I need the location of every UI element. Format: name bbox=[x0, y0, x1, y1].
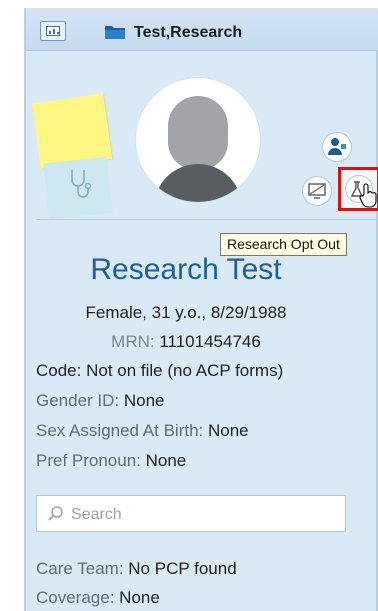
sex-at-birth-label: Sex Assigned At Birth: bbox=[36, 421, 208, 440]
gender-id-label: Gender ID: bbox=[36, 391, 124, 410]
pronoun-label: Pref Pronoun: bbox=[36, 451, 146, 470]
patient-photo-avatar[interactable] bbox=[136, 78, 260, 202]
code-status[interactable]: Code: Not on file (no ACP forms) bbox=[36, 361, 283, 381]
search-icon bbox=[48, 506, 63, 521]
code-label: Code: bbox=[36, 361, 87, 380]
gender-id: Gender ID: None bbox=[36, 391, 165, 411]
chart-view-button[interactable] bbox=[40, 21, 66, 41]
avatar-head bbox=[168, 96, 228, 170]
coverage-label: Coverage: bbox=[36, 588, 120, 607]
research-opt-out-button[interactable] bbox=[338, 167, 378, 211]
mrn-label: MRN: bbox=[111, 332, 160, 351]
sex-at-birth-value: None bbox=[207, 421, 249, 440]
patient-sidebar: Test,Research Research Test Research Opt… bbox=[24, 8, 378, 611]
mrn-value: 11101454746 bbox=[159, 332, 261, 351]
preferred-pronoun: Pref Pronoun: None bbox=[36, 451, 186, 471]
patient-mrn: MRN: 11101454746 bbox=[26, 332, 346, 352]
monitor-icon bbox=[308, 183, 326, 199]
folder-icon bbox=[105, 26, 125, 39]
care-team[interactable]: Care Team: No PCP found bbox=[36, 559, 237, 579]
patient-tab-bar: Test,Research bbox=[26, 8, 378, 51]
coverage-value: None bbox=[119, 588, 160, 607]
research-opt-out-tooltip: Research Opt Out bbox=[220, 233, 347, 256]
coverage[interactable]: Coverage: None bbox=[36, 588, 160, 608]
chart-icon bbox=[46, 26, 60, 36]
hand-cursor-icon bbox=[359, 183, 377, 208]
code-value: Not on file (no ACP forms) bbox=[86, 361, 284, 380]
stethoscope-icon bbox=[71, 170, 92, 198]
care-team-label: Care Team: bbox=[36, 559, 129, 578]
search-input[interactable] bbox=[69, 501, 333, 529]
pronoun-value: None bbox=[145, 451, 187, 470]
clinician-icon bbox=[328, 138, 346, 155]
care-team-icon-button[interactable] bbox=[322, 132, 352, 162]
care-team-value: No PCP found bbox=[128, 559, 237, 578]
search-box[interactable] bbox=[36, 495, 346, 532]
gender-id-value: None bbox=[123, 391, 165, 410]
patient-demographics: Female, 31 y.o., 8/29/1988 bbox=[85, 303, 287, 322]
monitor-icon-button[interactable] bbox=[302, 176, 332, 206]
patient-tab-title[interactable]: Test,Research bbox=[134, 24, 242, 42]
sex-assigned-at-birth: Sex Assigned At Birth: None bbox=[36, 421, 249, 441]
header-divider bbox=[36, 219, 378, 220]
avatar-body bbox=[154, 164, 242, 202]
patient-name: Research Test bbox=[90, 253, 282, 286]
